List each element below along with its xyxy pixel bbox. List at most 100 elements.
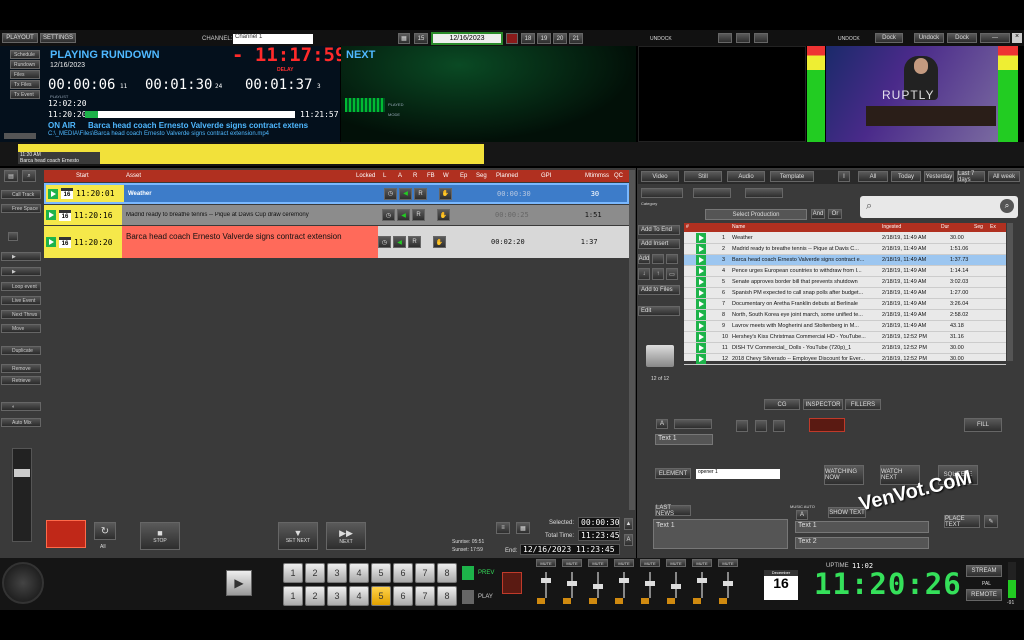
lib-tab-template[interactable]: Template (770, 171, 814, 182)
element-button[interactable]: ELEMENT (655, 468, 691, 479)
play-key-6[interactable]: 6 (393, 586, 413, 606)
add-button[interactable]: Add (638, 254, 650, 264)
fader-knob[interactable] (697, 578, 707, 583)
play-button-1[interactable]: ▶ (1, 252, 41, 261)
hand-icon[interactable]: ✋ (437, 209, 450, 221)
watching-now-button[interactable]: WATCHING NOW (824, 465, 864, 485)
mini-nav-schedule[interactable]: Schedule (10, 50, 40, 59)
tab-inspector[interactable]: INSPECTOR (803, 399, 843, 410)
filter-all[interactable]: All (858, 171, 888, 182)
dock-button-2[interactable]: Dock (947, 33, 977, 43)
col-w[interactable]: W (443, 173, 449, 179)
day-20[interactable]: 20 (553, 33, 567, 44)
text-a-icon[interactable]: A (624, 534, 633, 546)
production-select[interactable]: Select Production (705, 209, 807, 220)
channel-fader[interactable] (541, 572, 551, 598)
fill-button[interactable]: FILL (964, 418, 1002, 432)
library-row[interactable]: 4 Pence urges European countries to withd… (684, 266, 1006, 277)
fader-knob[interactable] (567, 581, 577, 586)
tab-cg[interactable]: CG (764, 399, 800, 410)
col-start[interactable]: Start (76, 173, 89, 179)
cg-text1[interactable]: Text 1 (655, 434, 713, 445)
channel-fader[interactable] (593, 572, 603, 598)
col-ep[interactable]: Ep (460, 173, 467, 179)
undock-label-2[interactable]: UNDOCK (838, 36, 860, 42)
library-row[interactable]: 9 Lavrov meets with Mogherini and Stolten… (684, 321, 1006, 332)
play-key-2[interactable]: 2 (305, 586, 325, 606)
mute-button[interactable]: MUTE (614, 559, 634, 567)
col-planned[interactable]: Planned (496, 173, 518, 179)
play-key-4[interactable]: 4 (349, 586, 369, 606)
add-insert-button[interactable]: Add Insert (638, 239, 680, 249)
cg-record-button[interactable] (809, 418, 845, 432)
mute-button[interactable]: MUTE (718, 559, 738, 567)
prev-key-4[interactable]: 4 (349, 563, 369, 583)
fader-knob[interactable] (671, 584, 681, 589)
dollar-icon[interactable] (696, 343, 706, 353)
folder-small-icon[interactable]: ▭ (666, 268, 678, 280)
library-row[interactable]: 1 Weather 2/18/19, 11:49 AM 30.00 (684, 233, 1006, 244)
mute-button[interactable]: MUTE (692, 559, 712, 567)
next-thrws-button[interactable]: Next Thrws (1, 310, 41, 319)
free-space-button[interactable]: Free Space (1, 204, 41, 213)
search-icon[interactable]: ⌕ (22, 170, 36, 182)
play-icon[interactable] (696, 255, 706, 265)
col-gpi[interactable]: GPI (541, 173, 551, 179)
channel-fader[interactable] (697, 572, 707, 598)
timeline-slider[interactable] (4, 133, 36, 139)
col-fb[interactable]: FB (427, 173, 435, 179)
library-row[interactable]: 2 Madrid ready to breathe tennis -- Pique… (684, 244, 1006, 255)
record-icon[interactable]: R (412, 209, 425, 221)
hand-icon[interactable]: ✋ (433, 236, 446, 248)
edit-button[interactable]: Edit (638, 306, 680, 316)
library-row[interactable]: 8 North, South Korea eye joint march, som… (684, 310, 1006, 321)
day-18[interactable]: 18 (521, 33, 535, 44)
monitor-btn-1[interactable] (718, 33, 732, 43)
close-icon[interactable]: × (1012, 33, 1022, 43)
lib-tab-still[interactable]: Still (684, 171, 722, 182)
prev-key-5[interactable]: 5 (371, 563, 391, 583)
col-qc[interactable]: QC (614, 173, 623, 179)
col-a[interactable]: A (398, 173, 402, 179)
filter-7days[interactable]: Last 7 days (957, 171, 985, 183)
mini-nav-files[interactable]: Files (10, 70, 40, 79)
dock-button-1[interactable]: Dock (875, 33, 903, 43)
call-track-button[interactable]: Call Track (1, 190, 41, 199)
cg-text-a-icon[interactable]: A (656, 419, 668, 429)
mini-nav-rundown[interactable]: Rundown (10, 60, 40, 69)
speaker-icon[interactable]: ◀ (399, 187, 412, 200)
play-key-5[interactable]: 5 (371, 586, 391, 606)
mute-button[interactable]: MUTE (536, 559, 556, 567)
lib-small-btn-1[interactable] (652, 254, 664, 264)
play-key-1[interactable]: 1 (283, 586, 303, 606)
prev-key-2[interactable]: 2 (305, 563, 325, 583)
lib-btn-1[interactable] (641, 188, 683, 198)
library-row[interactable]: 5 Senate approves border bill that preven… (684, 277, 1006, 288)
lib-small-btn-2[interactable] (666, 254, 678, 264)
library-row[interactable]: 3 Barca head coach Ernesto Valverde signs… (684, 255, 1006, 266)
play-icon[interactable] (696, 233, 706, 243)
fader-knob[interactable] (541, 578, 551, 583)
record-icon[interactable]: R (414, 187, 427, 200)
stream-button[interactable]: STREAM (966, 565, 1002, 577)
move-button[interactable]: Move (1, 324, 41, 333)
col-duration[interactable]: Mtimmss (585, 173, 609, 179)
folder-icon[interactable] (646, 345, 674, 367)
pencil-icon[interactable]: ✎ (984, 515, 998, 528)
prev-key-1[interactable]: 1 (283, 563, 303, 583)
channel-fader[interactable] (723, 572, 733, 598)
col-r[interactable]: R (413, 173, 417, 179)
prev-key-6[interactable]: 6 (393, 563, 413, 583)
music-text2[interactable]: Text 2 (795, 537, 929, 549)
record-icon[interactable]: R (408, 236, 421, 248)
channel-fader[interactable] (619, 572, 629, 598)
prev-key-7[interactable]: 7 (415, 563, 435, 583)
cg-btn-2[interactable] (755, 420, 767, 432)
play-icon[interactable] (696, 299, 706, 309)
play-big-icon[interactable]: ▶ (226, 570, 252, 596)
cg-live-button[interactable] (674, 419, 712, 429)
place-text-button[interactable]: PLACE TEXT (944, 515, 980, 528)
speaker-icon[interactable]: ◀ (393, 236, 406, 248)
upload-icon[interactable]: ↑ (652, 268, 664, 280)
prev-key-3[interactable]: 3 (327, 563, 347, 583)
